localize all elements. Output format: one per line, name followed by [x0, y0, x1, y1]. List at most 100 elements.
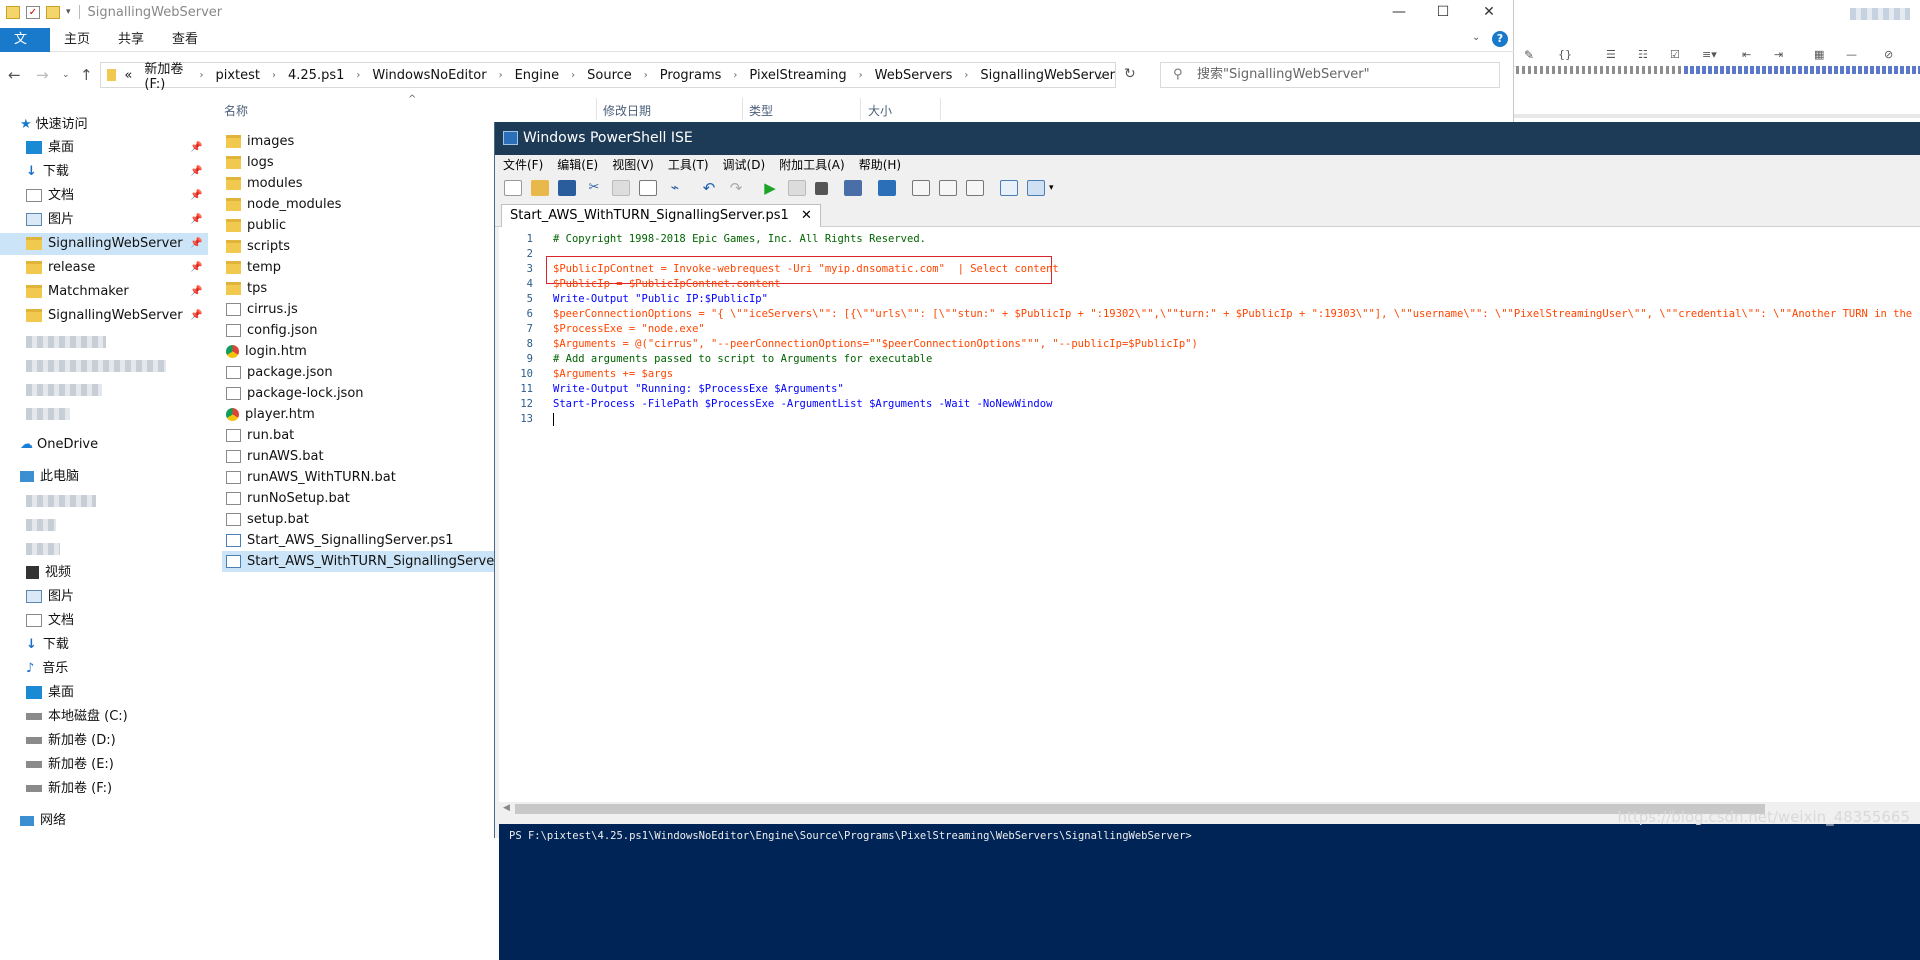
refresh-icon[interactable]: ↻	[1124, 66, 1136, 82]
properties-icon[interactable]: ✓	[26, 5, 40, 19]
new-file-icon[interactable]	[504, 180, 522, 196]
script-editor[interactable]: 1 2 3 4 5 6 7 8 9 10 11 12 13 # Copyrigh…	[499, 227, 1920, 802]
breadcrumb-chevron-icon[interactable]: ›	[571, 70, 575, 81]
align-icon[interactable]: ≡▾	[1702, 48, 1717, 61]
nav-item-music[interactable]: ♪ 音乐	[26, 658, 68, 680]
list-item[interactable]: login.htm	[226, 341, 307, 362]
list-item[interactable]: images	[226, 131, 294, 152]
nav-item-drive-d[interactable]: 新加卷 (D:)	[26, 730, 116, 752]
attachment-icon[interactable]: ⊘	[1884, 48, 1893, 61]
list-item[interactable]: node_modules	[226, 194, 341, 215]
start-powershell-icon[interactable]	[878, 180, 896, 196]
layout-maximized-icon[interactable]	[966, 180, 984, 196]
breadcrumb-chevron-icon[interactable]: ›	[964, 70, 968, 81]
nav-item-drive-e[interactable]: 新加卷 (E:)	[26, 754, 114, 776]
breadcrumb-chevron-icon[interactable]: ›	[356, 70, 360, 81]
cut-icon[interactable]: ✂	[585, 180, 603, 196]
address-dropdown-icon[interactable]: ⌄	[1096, 69, 1105, 82]
remote-powershell-icon[interactable]	[844, 180, 862, 196]
undo-icon[interactable]: ↶	[700, 180, 718, 196]
nav-item-desktop-pc[interactable]: 桌面	[26, 682, 74, 704]
nav-item-redacted[interactable]	[26, 403, 70, 425]
list-item[interactable]: tps	[226, 278, 267, 299]
menu-tools[interactable]: 工具(T)	[668, 155, 709, 175]
list-item[interactable]: setup.bat	[226, 509, 309, 530]
numbered-list-icon[interactable]: ☷	[1638, 48, 1648, 61]
pin-icon[interactable]: 📌	[190, 286, 202, 297]
list-item[interactable]: package-lock.json	[226, 383, 364, 404]
list-item[interactable]: run.bat	[226, 425, 294, 446]
breadcrumb-item[interactable]: WebServers	[875, 68, 953, 83]
nav-quick-access[interactable]: ★ 快速访问	[20, 114, 88, 136]
nav-onedrive[interactable]: ☁ OneDrive	[20, 434, 98, 456]
tab-script[interactable]: Start_AWS_WithTURN_SignallingServer.ps1 …	[501, 204, 821, 227]
bullet-list-icon[interactable]: ☰	[1606, 48, 1616, 61]
list-item[interactable]: modules	[226, 173, 303, 194]
menu-view[interactable]: 视图(V)	[612, 155, 654, 175]
nav-item-videos[interactable]: 视频	[26, 562, 71, 584]
open-file-icon[interactable]	[531, 180, 549, 196]
indent-icon[interactable]: ⇥	[1774, 48, 1783, 61]
nav-item-desktop[interactable]: 桌面	[26, 137, 74, 159]
list-item[interactable]: public	[226, 215, 286, 236]
forward-arrow-icon[interactable]: →	[36, 66, 49, 84]
column-name[interactable]: 名称	[224, 102, 248, 119]
run-selection-icon[interactable]	[788, 180, 806, 196]
breadcrumb-item[interactable]: Engine	[515, 68, 560, 83]
list-item[interactable]: runAWS.bat	[226, 446, 324, 467]
breadcrumb-chevron-icon[interactable]: ›	[859, 70, 863, 81]
format-painter-icon[interactable]: ✎	[1524, 48, 1534, 62]
tab-view[interactable]: 查看	[158, 28, 212, 52]
nav-network[interactable]: 网络	[20, 810, 66, 832]
list-item[interactable]: logs	[226, 152, 274, 173]
new-folder-icon[interactable]	[46, 5, 60, 19]
nav-this-pc[interactable]: 此电脑	[20, 466, 79, 488]
nav-item-redacted[interactable]	[26, 355, 166, 377]
pin-icon[interactable]: 📌	[190, 262, 202, 273]
list-item[interactable]: runAWS_WithTURN.bat	[226, 467, 396, 488]
pin-icon[interactable]: 📌	[190, 142, 202, 153]
show-commands-icon[interactable]	[1027, 180, 1045, 196]
search-input[interactable]: ⚲ 搜索"SignallingWebServer"	[1160, 62, 1500, 88]
list-item[interactable]: package.json	[226, 362, 333, 383]
up-arrow-icon[interactable]: ↑	[80, 66, 93, 84]
breadcrumb-item[interactable]: Source	[587, 68, 632, 83]
run-script-icon[interactable]: ▶	[761, 180, 779, 196]
breadcrumb-chevron-icon[interactable]: ›	[272, 70, 276, 81]
tab-share[interactable]: 共享	[104, 28, 158, 52]
list-item[interactable]: player.htm	[226, 404, 315, 425]
stop-icon[interactable]	[815, 181, 828, 195]
nav-item-downloads-pc[interactable]: ↓ 下载	[26, 634, 69, 656]
column-modified-date[interactable]: 修改日期	[603, 102, 651, 119]
pin-icon[interactable]: 📌	[190, 238, 202, 249]
nav-item-documents[interactable]: 文档	[26, 185, 74, 207]
redo-icon[interactable]: ↷	[727, 180, 745, 196]
breadcrumb-item[interactable]: WindowsNoEditor	[372, 68, 486, 83]
list-item-selected[interactable]: Start_AWS_WithTURN_SignallingServer.ps1	[222, 551, 526, 572]
save-icon[interactable]	[558, 180, 576, 196]
nav-item-redacted[interactable]	[26, 490, 96, 512]
toolbar-overflow-icon[interactable]: ▾	[1049, 183, 1054, 193]
minimize-icon[interactable]: —	[1376, 0, 1422, 24]
list-item[interactable]: cirrus.js	[226, 299, 298, 320]
help-icon[interactable]: ?	[1492, 31, 1508, 47]
column-divider[interactable]	[940, 98, 941, 120]
table-icon[interactable]: ▦	[1814, 48, 1824, 61]
back-arrow-icon[interactable]: ←	[8, 66, 21, 84]
breadcrumb-item[interactable]: Programs	[660, 68, 722, 83]
column-size[interactable]: 大小	[868, 102, 892, 119]
nav-item-pictures-pc[interactable]: 图片	[26, 586, 74, 608]
close-icon[interactable]: ✕	[1466, 0, 1512, 24]
outdent-icon[interactable]: ⇤	[1742, 48, 1751, 61]
column-type[interactable]: 类型	[749, 102, 773, 119]
list-item[interactable]: temp	[226, 257, 281, 278]
nav-item-pictures[interactable]: 图片	[26, 209, 74, 231]
checklist-icon[interactable]: ☑	[1670, 48, 1680, 61]
pin-icon[interactable]: 📌	[190, 190, 202, 201]
paste-icon[interactable]	[639, 180, 657, 196]
menu-addons[interactable]: 附加工具(A)	[779, 155, 845, 175]
address-overflow[interactable]: «	[124, 68, 132, 83]
list-item[interactable]: runNoSetup.bat	[226, 488, 350, 509]
tab-home[interactable]: 主页	[50, 28, 104, 52]
quick-access-toolbar-dropdown-icon[interactable]: ▾	[66, 7, 71, 17]
